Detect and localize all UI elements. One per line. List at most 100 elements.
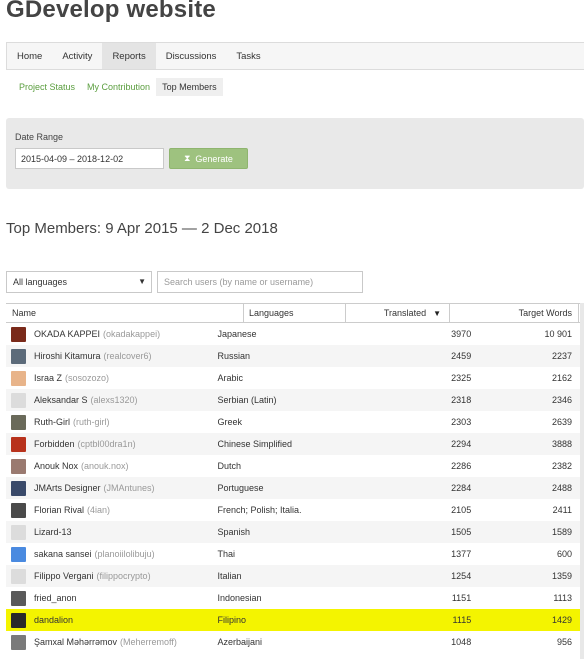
date-range-label: Date Range (15, 132, 64, 142)
member-name[interactable]: Aleksandar S (34, 395, 88, 405)
avatar[interactable] (11, 480, 26, 496)
member-translated: 2303 (451, 417, 472, 427)
member-name[interactable]: Lizard-13 (34, 527, 72, 537)
avatar[interactable] (11, 634, 26, 650)
reports-sub-nav: Project Status My Contribution Top Membe… (13, 78, 223, 96)
avatar[interactable] (11, 502, 26, 518)
table-row: Israa Z (sosozozo) Arabic 2325 2162 (6, 367, 584, 389)
avatar[interactable] (11, 326, 26, 342)
table-row: Lizard-13 Spanish 1505 1589 (6, 521, 584, 543)
member-languages: French; Polish; Italia... (217, 505, 301, 515)
member-name[interactable]: Florian Rival (34, 505, 84, 515)
member-languages: Spanish (217, 527, 250, 537)
member-name-cell: Lizard-13 (6, 524, 213, 540)
member-name[interactable]: OKADA KAPPEI (34, 329, 100, 339)
member-target-words: 1359 (551, 571, 572, 581)
column-header-target-words[interactable]: Target Words (450, 304, 579, 322)
table-row: Aleksandar S (alexs1320) Serbian (Latin) 23… (6, 389, 584, 411)
member-languages: Serbian (Latin) (217, 395, 277, 405)
dropdown-arrow-icon: ▼ (138, 277, 146, 286)
member-translated: 3970 (451, 329, 472, 339)
member-name[interactable]: Israa Z (34, 373, 62, 383)
avatar[interactable] (11, 590, 26, 606)
member-target-words: 956 (556, 637, 572, 647)
column-header-translated-label: Translated (383, 308, 427, 318)
member-translated: 1505 (451, 527, 472, 537)
member-name-cell: sakana sansei (planoiilolibuju) (6, 546, 213, 562)
member-languages: Portuguese (217, 483, 264, 493)
member-name-cell: fried_anon (6, 590, 213, 606)
avatar[interactable] (11, 436, 26, 452)
page-title: GDevelop website (6, 0, 216, 23)
member-name[interactable]: Ruth-Girl (34, 417, 70, 427)
member-name[interactable]: JMArts Designer (34, 483, 101, 493)
generate-button[interactable]: ⧗ Generate (169, 148, 248, 169)
language-select[interactable]: All languages ▼ (6, 271, 152, 293)
member-name-cell: JMArts Designer (JMAntunes) (6, 480, 213, 496)
member-name-cell: Forbidden (cptbl00dra1n) (6, 436, 213, 452)
date-range-input[interactable] (15, 148, 164, 169)
member-translated: 1048 (451, 637, 472, 647)
main-nav: Home Activity Reports Discussions Tasks (6, 42, 584, 70)
avatar[interactable] (11, 348, 26, 364)
member-name[interactable]: Şamxal Məhərrəmov (34, 637, 117, 647)
member-languages: Arabic (217, 373, 243, 383)
date-range-panel: Date Range ⧗ Generate (6, 118, 584, 189)
member-translated: 2318 (451, 395, 472, 405)
member-name[interactable]: Hiroshi Kitamura (34, 351, 101, 361)
table-row: Şamxal Məhərrəmov (Meherremoff) Azerbaijan… (6, 631, 584, 653)
member-translated: 2105 (451, 505, 472, 515)
member-name-cell: Anouk Nox (anouk.nox) (6, 458, 213, 474)
column-header-translated[interactable]: Translated ▼ (346, 304, 450, 322)
subtab-top-members[interactable]: Top Members (156, 78, 223, 96)
member-translated: 1115 (452, 615, 472, 625)
member-translated: 1377 (451, 549, 472, 559)
member-target-words: 1113 (553, 593, 572, 603)
member-name[interactable]: sakana sansei (34, 549, 92, 559)
table-row: Florian Rival (4ian) French; Polish; Itali… (6, 499, 584, 521)
avatar[interactable] (11, 524, 26, 540)
avatar[interactable] (11, 414, 26, 430)
member-name-cell: Ruth-Girl (ruth-girl) (6, 414, 213, 430)
tab-discussions[interactable]: Discussions (156, 43, 227, 69)
member-translated: 2459 (451, 351, 472, 361)
avatar[interactable] (11, 546, 26, 562)
member-target-words: 1429 (551, 615, 572, 625)
table-row: fried_anon Indonesian 1151 1113 (6, 587, 584, 609)
tab-tasks[interactable]: Tasks (226, 43, 270, 69)
sort-descending-icon: ▼ (433, 308, 441, 318)
column-header-languages[interactable]: Languages (244, 304, 346, 322)
member-name[interactable]: Anouk Nox (34, 461, 78, 471)
member-username: (okadakappei) (103, 329, 161, 339)
member-username: (anouk.nox) (81, 461, 129, 471)
member-target-words: 2488 (551, 483, 572, 493)
member-name[interactable]: Forbidden (34, 439, 75, 449)
tab-home[interactable]: Home (7, 43, 52, 69)
member-target-words: 3888 (551, 439, 572, 449)
member-target-words: 2411 (552, 505, 572, 515)
member-name-cell: Aleksandar S (alexs1320) (6, 392, 213, 408)
column-header-name[interactable]: Name (6, 304, 244, 322)
table-row: sakana sansei (planoiilolibuju) Thai 1377 60… (6, 543, 584, 565)
avatar[interactable] (11, 458, 26, 474)
section-title: Top Members: 9 Apr 2015 — 2 Dec 2018 (6, 220, 278, 237)
member-name[interactable]: fried_anon (34, 593, 77, 603)
member-target-words: 10 901 (544, 329, 572, 339)
avatar[interactable] (11, 392, 26, 408)
member-name-cell: Hiroshi Kitamura (realcover6) (6, 348, 213, 364)
table-body: OKADA KAPPEI (okadakappei) Japanese 3970 10 … (6, 323, 584, 653)
member-target-words: 2639 (551, 417, 572, 427)
tab-reports[interactable]: Reports (102, 43, 156, 69)
user-search-input[interactable] (157, 271, 363, 293)
table-row: OKADA KAPPEI (okadakappei) Japanese 3970 10 … (6, 323, 584, 345)
member-name-cell: Florian Rival (4ian) (6, 502, 213, 518)
member-name[interactable]: Filippo Vergani (34, 571, 94, 581)
subtab-project-status[interactable]: Project Status (13, 78, 81, 96)
avatar[interactable] (11, 568, 26, 584)
tab-activity[interactable]: Activity (52, 43, 102, 69)
avatar[interactable] (11, 612, 26, 628)
hourglass-icon: ⧗ (184, 153, 191, 163)
avatar[interactable] (11, 370, 26, 386)
subtab-my-contribution[interactable]: My Contribution (81, 78, 156, 96)
member-name[interactable]: dandalion (34, 615, 73, 625)
